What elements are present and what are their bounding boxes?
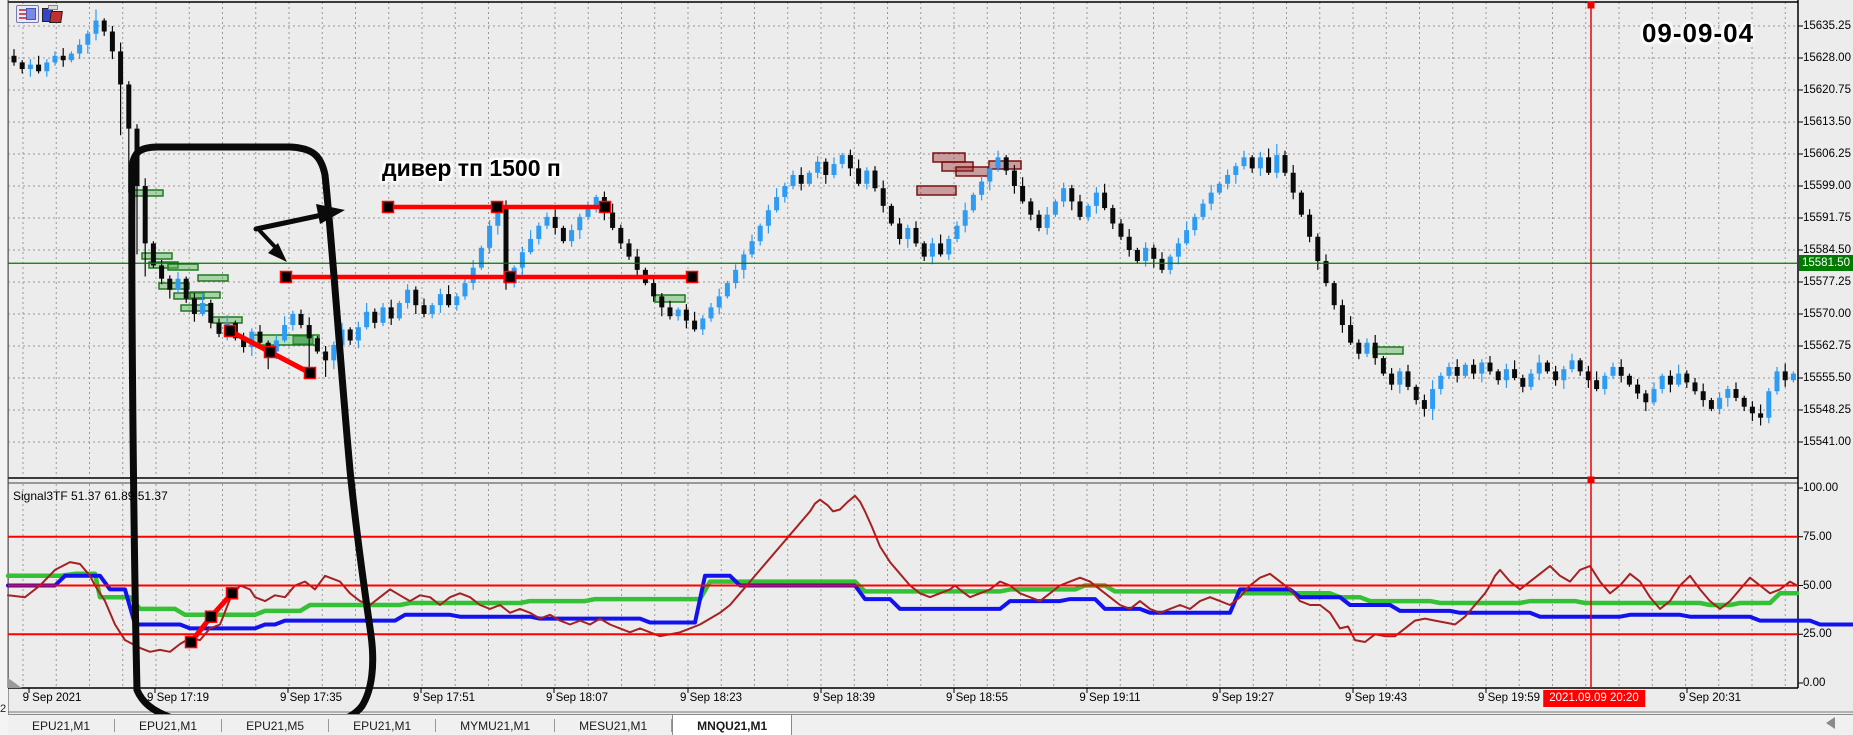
price-label: 15541.00 (1803, 436, 1851, 448)
tab-mnqu21-m1[interactable]: MNQU21,M1 (672, 714, 793, 735)
price-label: 15635.25 (1803, 20, 1851, 32)
time-label: 9 Sep 18:23 (679, 692, 743, 704)
time-label: 9 Sep 19:43 (1344, 692, 1408, 704)
price-label: 15555.50 (1803, 372, 1851, 384)
crosshair-time-badge: 2021.09.09 20:20 (1543, 690, 1645, 707)
time-label: 9 Sep 17:35 (279, 692, 343, 704)
time-label: 9 Sep 18:55 (945, 692, 1009, 704)
arrow2-shaft[interactable] (258, 229, 279, 251)
tab-mymu21-m1[interactable]: MYMU21,M1 (436, 715, 554, 735)
tab-scroll-left-icon[interactable] (1826, 717, 1835, 729)
chart-canvas[interactable] (0, 0, 1853, 735)
oscillator-red-line (7, 494, 1798, 653)
time-label: 9 Sep 18:39 (812, 692, 876, 704)
time-label: 9 Sep 19:11 (1079, 692, 1141, 704)
tab-epu21-m1[interactable]: EPU21,M1 (115, 715, 221, 735)
price-label: 15613.50 (1803, 116, 1851, 128)
price-label: 15606.25 (1803, 148, 1851, 160)
time-label: 9 Sep 20:31 (1678, 692, 1742, 704)
indicator-level-label: 50.00 (1803, 579, 1832, 592)
price-label: 15584.50 (1803, 244, 1851, 256)
price-label: 15570.00 (1803, 308, 1851, 320)
drawn-objects[interactable] (184, 200, 699, 649)
crosshair-anchor (1587, 476, 1595, 484)
tab-epu21-m5[interactable]: EPU21,M5 (222, 715, 328, 735)
current-price-badge: 15581.50 (1799, 255, 1853, 272)
candlesticks (11, 9, 1796, 426)
price-label: 15628.00 (1803, 52, 1851, 64)
oscillator-lines (5, 494, 1853, 653)
indicator-level-label: 0.00 (1803, 677, 1826, 689)
time-label: 9 Sep 17:19 (146, 692, 210, 704)
tab-epu21-m1[interactable]: EPU21,M1 (329, 715, 435, 735)
time-label: 9 Sep 2021 (22, 692, 82, 704)
price-label: 15591.75 (1803, 212, 1851, 224)
price-label: 15620.75 (1803, 84, 1851, 96)
divergence-annotation: дивер тп 1500 п (382, 155, 561, 181)
tab-mesu21-m1[interactable]: MESU21,M1 (555, 715, 671, 735)
indicator-level-label: 75.00 (1803, 530, 1832, 543)
time-label: 9 Sep 19:59 (1477, 692, 1541, 704)
indicator-level-label: 100.00 (1803, 482, 1839, 494)
price-label: 15562.75 (1803, 340, 1851, 352)
highlight-shape[interactable] (128, 143, 377, 734)
price-label: 15577.25 (1803, 276, 1851, 288)
price-label: 15548.25 (1803, 404, 1851, 416)
chart-tab-bar: EPU21,M1 EPU21,M1 EPU21,M5 EPU21,M1 MYMU21,M… (8, 714, 1853, 735)
time-label: 9 Sep 19:27 (1211, 692, 1275, 704)
price-label: 15599.00 (1803, 180, 1851, 192)
trading-terminal-window: 2 09-09-04 дивер тп 1500 п Signal3TF 51.… (0, 0, 1853, 735)
crosshair-anchor (1587, 1, 1595, 9)
depth-of-market-icon[interactable] (16, 5, 39, 23)
tab-epu21-m1[interactable]: EPU21,M1 (8, 715, 114, 735)
chart-date-stamp: 09-09-04 (1641, 18, 1755, 48)
chart-objects-icon[interactable] (42, 5, 63, 23)
indicator-values-label: Signal3TF 51.37 61.89 51.37 (13, 489, 168, 503)
panel-borders (7, 0, 1853, 713)
time-label: 9 Sep 18:07 (545, 692, 609, 704)
indicator-level-label: 25.00 (1803, 628, 1832, 641)
time-label: 9 Sep 17:51 (412, 692, 476, 704)
arrow2-head (268, 243, 287, 262)
